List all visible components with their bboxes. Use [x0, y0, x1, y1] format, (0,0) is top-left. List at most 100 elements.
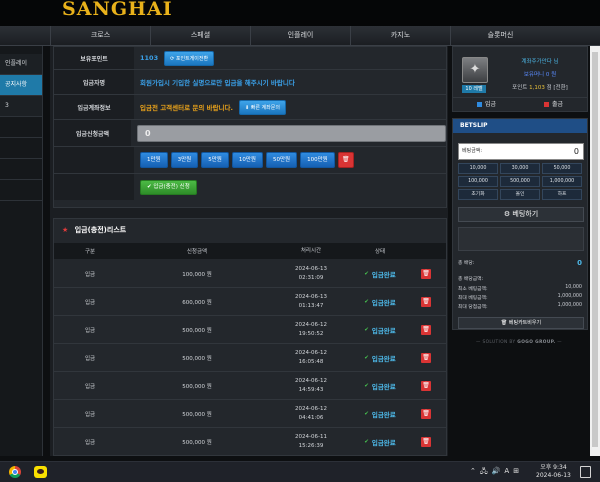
- sidebar-item-inplay[interactable]: 인플레이: [0, 54, 42, 75]
- solution-credit: — SOLUTION BY GOGO GROUP. —: [476, 340, 562, 345]
- depositor-label: 입금자명: [54, 70, 134, 94]
- chip-100000[interactable]: 100,000: [458, 176, 498, 187]
- network-icon[interactable]: 🖧: [480, 467, 488, 478]
- withdraw-link[interactable]: 출금: [520, 98, 587, 112]
- table-header: 구분 신청금액 처리시간 상태: [54, 243, 446, 259]
- row-type: 입금: [84, 411, 96, 418]
- row-status: ✔ 입금완료: [364, 298, 396, 307]
- nav-casino[interactable]: 카지노: [350, 26, 450, 45]
- amount-1m-button[interactable]: 100만원: [300, 152, 335, 168]
- notification-icon[interactable]: [580, 466, 591, 478]
- sidebar-item-empty[interactable]: [0, 159, 42, 180]
- check-icon: ✔: [364, 410, 369, 417]
- column-header: 상태: [374, 249, 386, 255]
- chip-allin[interactable]: 올인: [500, 189, 540, 200]
- sidebar-item-empty[interactable]: [0, 180, 42, 201]
- check-icon: ✔: [364, 326, 369, 333]
- row-delete-button[interactable]: 🗑: [421, 324, 431, 335]
- main-content: 보유포인트 1103 ⟳ 포인트게이전환 입금자명 회원가입시 기입한 실명으로…: [50, 46, 448, 456]
- row-delete-button[interactable]: 🗑: [421, 436, 431, 447]
- chip-30000[interactable]: 30,000: [500, 163, 540, 174]
- taskbar-clock[interactable]: 오후 9:34 2024-06-13: [536, 464, 571, 480]
- deposit-icon: [476, 102, 482, 107]
- row-amount: 500,000 원: [182, 411, 212, 418]
- sidebar-item-empty[interactable]: [0, 138, 42, 159]
- ime-indicator[interactable]: A: [504, 467, 509, 478]
- row-delete-button[interactable]: 🗑: [421, 296, 431, 307]
- row-amount: 500,000 원: [182, 327, 212, 334]
- amount-500k-button[interactable]: 50만원: [266, 152, 298, 168]
- main-nav: 크로스 스페셜 인플레이 카지노 슬롯머신: [0, 26, 600, 46]
- chip-500000[interactable]: 500,000: [500, 176, 540, 187]
- row-datetime: 2024-06-12 16:05:48: [295, 349, 327, 365]
- deposit-form: 보유포인트 1103 ⟳ 포인트게이전환 입금자명 회원가입시 기입한 실명으로…: [53, 46, 447, 208]
- expected-payout-label: 총 배당금액:: [458, 277, 484, 282]
- bet-button[interactable]: ⚙ 베팅하기: [458, 207, 584, 222]
- chip-50000[interactable]: 50,000: [542, 163, 582, 174]
- windows-taskbar: ⌃ 🖧 🔊 A ⊞ 오후 9:34 2024-06-13: [0, 461, 600, 482]
- gear-icon: ⚙: [503, 210, 511, 218]
- chip-10000[interactable]: 10,000: [458, 163, 498, 174]
- deposit-apply-button[interactable]: ✔ 입금(충전) 신청: [140, 179, 197, 195]
- row-delete-button[interactable]: 🗑: [421, 268, 431, 279]
- point-convert-button[interactable]: ⟳ 포인트게이전환: [164, 50, 215, 66]
- page-scrollbar[interactable]: [590, 46, 600, 456]
- row-datetime: 2024-06-12 19:50:52: [295, 321, 327, 337]
- amount-10k-button[interactable]: 1만원: [140, 152, 168, 168]
- nav-special[interactable]: 스페셜: [150, 26, 250, 45]
- bet-amount-input[interactable]: 베팅금액: 0: [458, 143, 584, 160]
- amount-100k-button[interactable]: 10만원: [231, 152, 263, 168]
- clear-cart-button[interactable]: 🗑 베팅카트비우기: [458, 317, 584, 329]
- column-header: 신청금액: [186, 249, 208, 255]
- column-header: 처리시간: [300, 247, 322, 254]
- row-status: ✔ 입금완료: [364, 410, 396, 419]
- chip-half[interactable]: 하프: [542, 189, 582, 200]
- amount-input[interactable]: 0: [137, 124, 446, 142]
- row-delete-button[interactable]: 🗑: [421, 352, 431, 363]
- check-icon: ✔: [364, 438, 369, 445]
- user-points[interactable]: 포인트 1,103 점 [전환]: [496, 83, 584, 91]
- check-icon: ✔: [364, 354, 369, 361]
- keyboard-layout-icon[interactable]: ⊞: [513, 467, 519, 478]
- point-value: 1103: [140, 54, 159, 62]
- account-notice: 입금전 고객센터로 문의 바랍니다.: [140, 104, 233, 112]
- max-win-value: 1,000,000: [557, 303, 582, 308]
- chrome-icon[interactable]: [9, 466, 21, 478]
- nav-cross[interactable]: 크로스: [50, 26, 150, 45]
- nav-inplay[interactable]: 인플레이: [250, 26, 350, 45]
- sidebar-item-3[interactable]: 3: [0, 96, 42, 117]
- chevron-up-icon[interactable]: ⌃: [470, 467, 476, 478]
- row-delete-button[interactable]: 🗑: [421, 380, 431, 391]
- volume-icon[interactable]: 🔊: [492, 467, 501, 478]
- account-inquiry-button[interactable]: ⬇ 빠른 계좌문의: [238, 99, 286, 115]
- total-odds-value: 0: [577, 259, 582, 267]
- amount-50k-button[interactable]: 5만원: [201, 152, 229, 168]
- user-nickname: 계좌주가안다 님: [521, 59, 559, 65]
- row-status: ✔ 입금완료: [364, 270, 396, 279]
- amount-30k-button[interactable]: 3만원: [170, 152, 199, 168]
- scrollbar-thumb[interactable]: [592, 52, 598, 447]
- chip-1000000[interactable]: 1,000,000: [542, 176, 582, 187]
- sidebar-item-notice[interactable]: 공지사항: [0, 75, 42, 96]
- site-logo[interactable]: SANGHAI: [62, 0, 173, 20]
- deposit-link[interactable]: 입금: [453, 98, 520, 112]
- table-row: 입금 500,000 원 2024-06-12 19:50:52 ✔ 입금완료 🗑: [54, 316, 446, 344]
- chip-reset[interactable]: 초기화: [458, 189, 498, 200]
- min-bet-label: 최소 베팅금액:: [458, 287, 488, 292]
- left-sidebar: 인플레이 공지사항 3: [0, 46, 43, 456]
- deposit-list-title: 입금(충전)리스트: [74, 226, 127, 234]
- row-delete-button[interactable]: 🗑: [421, 408, 431, 419]
- amount-reset-button[interactable]: 🗑: [337, 152, 354, 168]
- system-tray: ⌃ 🖧 🔊 A ⊞: [470, 467, 519, 478]
- row-amount: 500,000 원: [182, 383, 212, 390]
- row-type: 입금: [84, 327, 96, 334]
- table-row: 입금 500,000 원 2024-06-12 16:05:48 ✔ 입금완료 🗑: [54, 344, 446, 372]
- amount-row: 입금신청금액 0: [54, 120, 446, 147]
- kakaotalk-icon[interactable]: [34, 466, 47, 478]
- sidebar-item-empty[interactable]: [0, 117, 42, 138]
- betslip-cart: [458, 227, 584, 251]
- deposit-list: ★ 입금(충전)리스트 구분 신청금액 처리시간 상태 입금 100,000 원 2…: [53, 218, 447, 456]
- table-row: 입금 100,000 원 2024-06-13 02:31:09 ✔ 입금완료 🗑: [54, 260, 446, 288]
- nav-slot[interactable]: 슬롯머신: [450, 26, 550, 45]
- account-row: 입금계좌정보 입금전 고객센터로 문의 바랍니다. ⬇ 빠른 계좌문의: [54, 95, 446, 120]
